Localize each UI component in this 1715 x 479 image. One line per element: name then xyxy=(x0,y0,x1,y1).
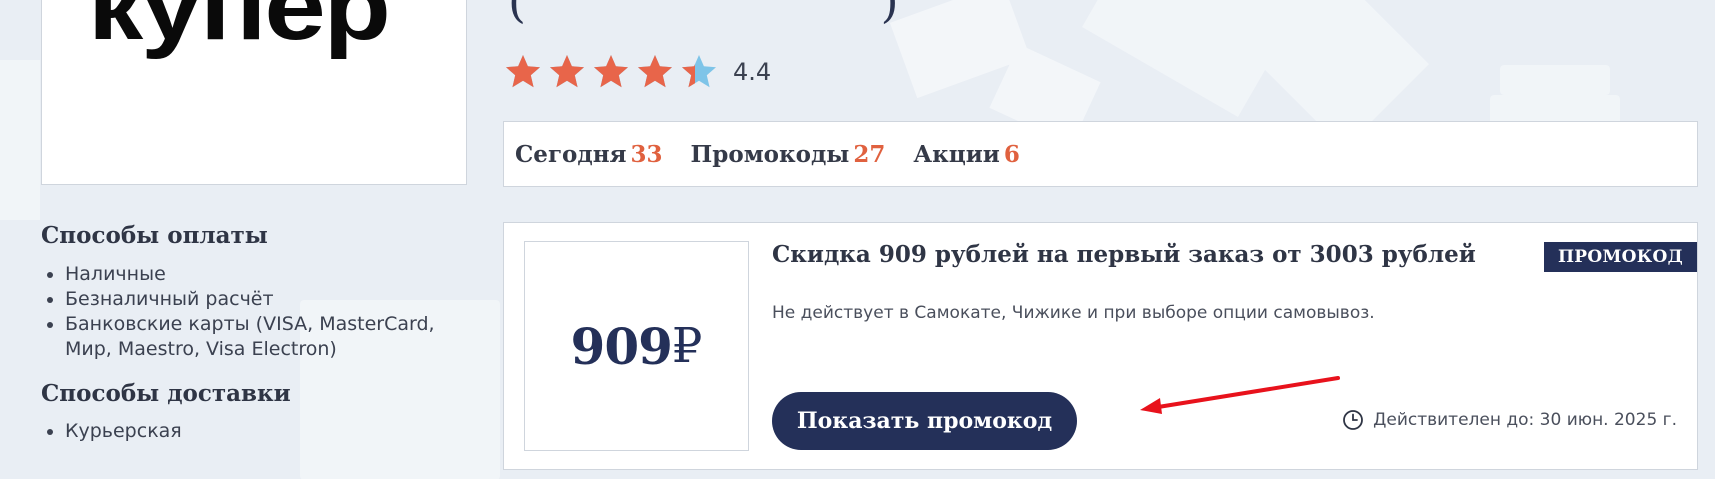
store-rating: 4.4 xyxy=(503,52,771,92)
coupon-value-box: 909 ₽ xyxy=(524,241,749,451)
stats-bar: Сегодня 33 Промокоды 27 Акции 6 xyxy=(503,121,1698,187)
store-logo: купер xyxy=(88,0,391,60)
rating-stars xyxy=(503,52,719,92)
payment-methods-list: Наличные Безналичный расчёт Банковские к… xyxy=(41,262,471,362)
rating-value: 4.4 xyxy=(733,58,772,86)
list-item: Курьерская xyxy=(65,419,471,444)
star-icon xyxy=(506,55,540,88)
stat-deals[interactable]: Акции 6 xyxy=(913,141,1019,168)
delivery-methods-list: Курьерская xyxy=(41,419,471,444)
store-info-sidebar: Способы оплаты Наличные Безналичный расч… xyxy=(41,222,471,462)
stat-label: Промокоды xyxy=(690,140,850,168)
list-item: Банковские карты (VISA, MasterCard, Мир,… xyxy=(65,312,471,362)
stat-count: 33 xyxy=(630,140,663,168)
validity-text: Действителен до: 30 июн. 2025 г. xyxy=(1373,410,1677,430)
star-icon xyxy=(682,55,716,88)
list-item: Безналичный расчёт xyxy=(65,287,471,312)
ruble-icon: ₽ xyxy=(671,318,703,374)
stat-promocodes[interactable]: Промокоды 27 xyxy=(691,141,886,168)
coupon-value: 909 xyxy=(570,316,673,376)
stat-label: Сегодня xyxy=(515,140,627,168)
star-icon xyxy=(594,55,628,88)
stat-count: 6 xyxy=(1003,140,1020,168)
star-icon xyxy=(550,55,584,88)
annotation-arrow-icon xyxy=(1140,376,1340,414)
coupon-type-badge: ПРОМОКОД xyxy=(1543,242,1697,272)
store-logo-box: купер xyxy=(41,0,467,185)
delivery-methods-heading: Способы доставки xyxy=(41,379,291,407)
coupon-validity: Действителен до: 30 июн. 2025 г. xyxy=(1342,409,1677,431)
star-icon xyxy=(638,55,672,88)
show-promocode-button[interactable]: Показать промокод xyxy=(772,392,1077,450)
coupon-card: 909 ₽ Скидка 909 рублей на первый заказ о… xyxy=(503,222,1698,470)
payment-methods-heading: Способы оплаты xyxy=(41,222,268,249)
list-item: Наличные xyxy=(65,262,471,287)
coupon-title[interactable]: Скидка 909 рублей на первый заказ от 300… xyxy=(772,241,1476,268)
page-title-fragment: ( ) xyxy=(508,0,1069,28)
stat-count: 27 xyxy=(853,140,886,168)
stat-today[interactable]: Сегодня 33 xyxy=(515,141,663,168)
coupon-description: Не действует в Самокате, Чижике и при вы… xyxy=(772,303,1375,323)
stat-label: Акции xyxy=(913,140,1000,168)
